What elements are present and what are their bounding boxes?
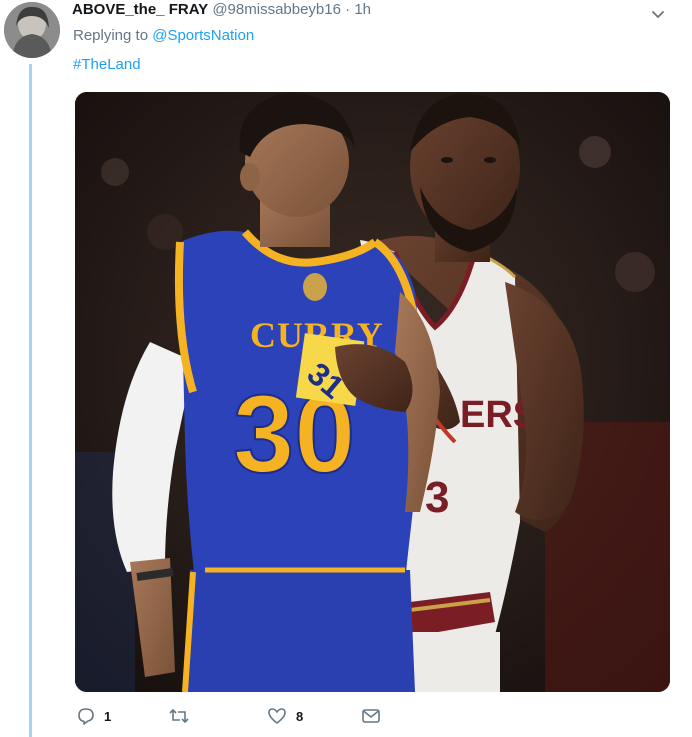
like-count: 8 <box>296 708 304 724</box>
separator-dot: · <box>345 1 351 18</box>
reply-count: 1 <box>104 708 112 724</box>
avatar[interactable] <box>4 2 60 58</box>
display-name[interactable]: ABOVE_the_ FRAY <box>72 1 208 18</box>
retweet-icon <box>168 706 190 726</box>
hashtag-link[interactable]: #TheLand <box>73 55 141 75</box>
reply-icon <box>76 706 96 726</box>
reply-button[interactable]: 1 <box>76 704 111 728</box>
replying-to-label: Replying to <box>73 27 149 44</box>
thread-line <box>29 64 32 737</box>
tweet-actions: 1 8 <box>76 704 476 728</box>
like-icon <box>266 706 288 726</box>
replying-to: Replying to @SportsNation <box>73 26 254 46</box>
tweet-header: ABOVE_the_ FRAY @98missabbeyb16 · 1h <box>72 0 371 20</box>
replying-to-mention[interactable]: @SportsNation <box>152 27 254 44</box>
timestamp[interactable]: 1h <box>354 1 371 18</box>
tweet-photo[interactable]: ERS 3 30 31 <box>75 92 670 692</box>
user-handle[interactable]: @98missabbeyb16 <box>212 1 341 18</box>
retweet-button[interactable] <box>168 704 198 728</box>
message-icon <box>360 706 382 726</box>
chevron-down-icon[interactable] <box>650 6 666 22</box>
tweet: ABOVE_the_ FRAY @98missabbeyb16 · 1h Rep… <box>0 0 692 737</box>
like-button[interactable]: 8 <box>266 704 303 728</box>
direct-message-button[interactable] <box>360 704 382 728</box>
svg-text:3: 3 <box>425 473 449 522</box>
